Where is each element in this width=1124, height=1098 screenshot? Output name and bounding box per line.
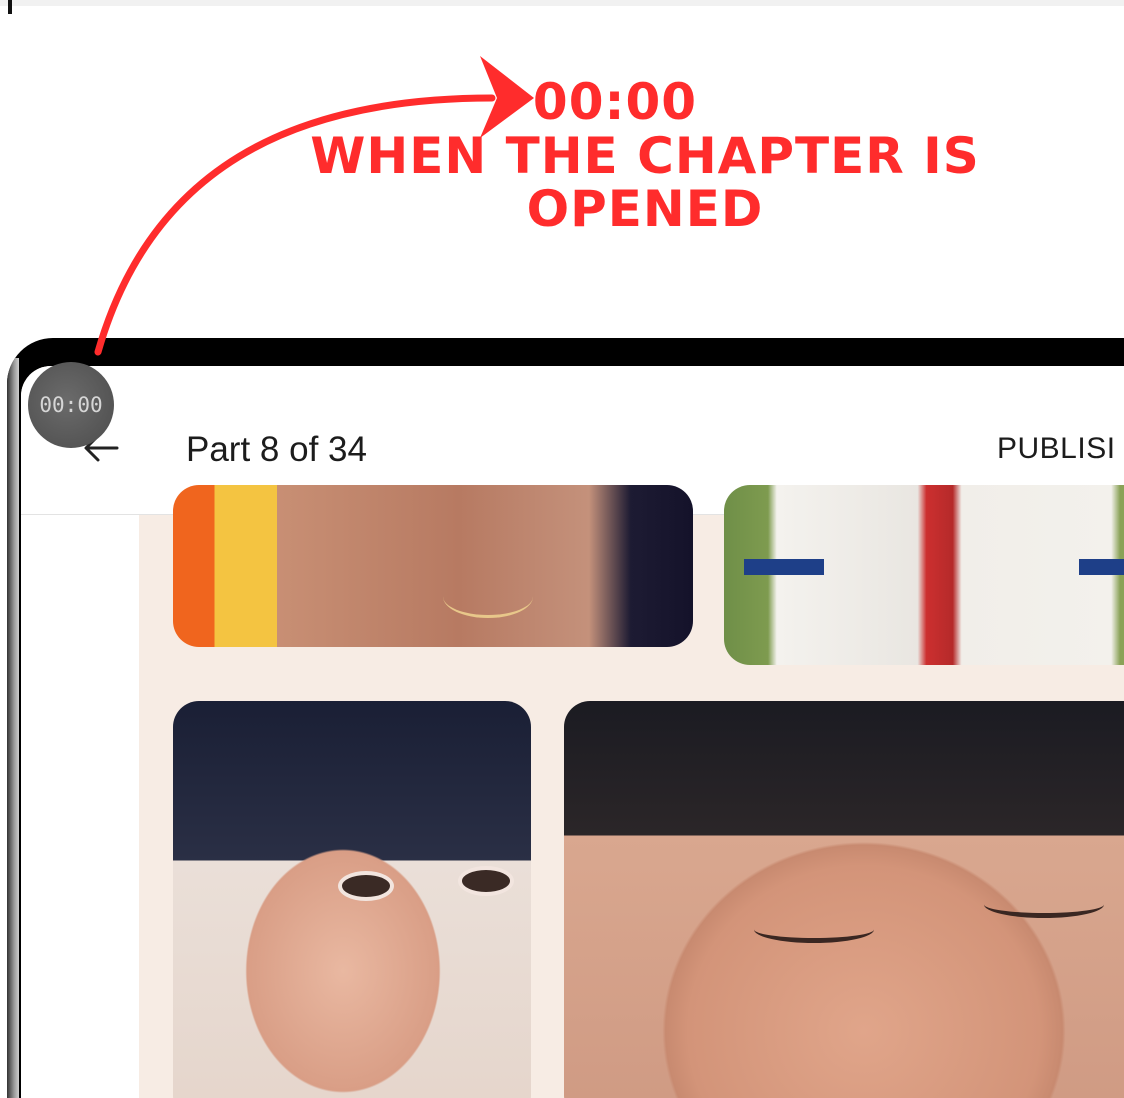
sleeve-band-right	[1079, 559, 1124, 575]
annotation-line-1: WHEN THE CHAPTER IS	[310, 126, 980, 185]
eye-left	[338, 871, 394, 901]
reader-screen: Part 8 of 34 PUBLISI	[21, 366, 1124, 1098]
closed-eye-left	[754, 916, 874, 943]
necklace-detail	[443, 575, 533, 618]
part-indicator: Part 8 of 34	[186, 430, 367, 469]
chapter-image-2	[724, 485, 1124, 665]
annotation: 00:00 WHEN THE CHAPTER IS OPENED	[250, 75, 1040, 238]
chapter-image-4	[564, 701, 1124, 1098]
closed-eye-right	[984, 891, 1104, 918]
phone-frame: Part 8 of 34 PUBLISI	[7, 338, 1124, 1098]
chapter-image-1	[173, 485, 693, 647]
content-margin	[21, 515, 139, 1098]
annotation-line-2: OPENED	[526, 180, 764, 238]
top-strip	[0, 0, 1124, 6]
annotation-time: 00:00	[532, 73, 698, 131]
chapter-image-3	[173, 701, 531, 1098]
chapter-content	[21, 485, 1124, 1098]
sleeve-band-left	[744, 559, 824, 575]
phone-bezel	[7, 358, 19, 1098]
reading-timer-badge: 00:00	[28, 362, 114, 448]
publish-button[interactable]: PUBLISI	[997, 432, 1116, 466]
window-edge-mark	[8, 0, 12, 14]
eye-right	[458, 866, 514, 896]
